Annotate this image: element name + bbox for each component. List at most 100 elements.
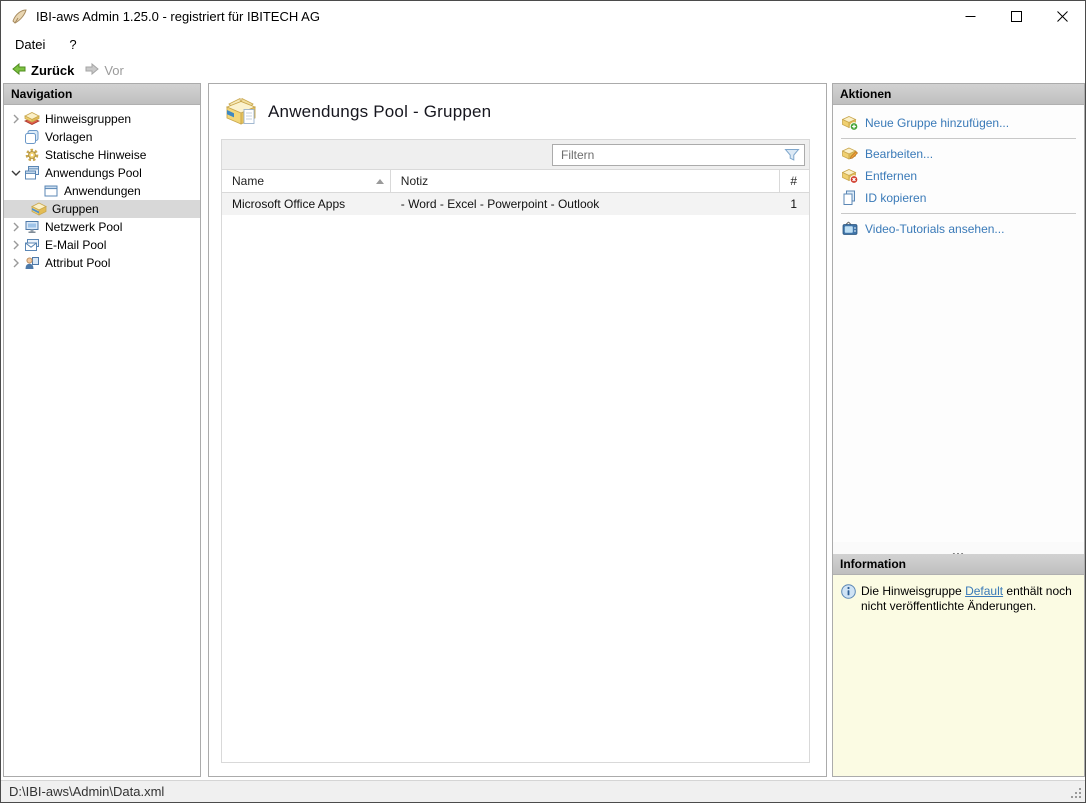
sidebar-item-label: Anwendungen: [64, 184, 141, 198]
column-header-notiz[interactable]: Notiz: [391, 170, 781, 192]
app-icon: [11, 8, 28, 25]
notice-groups-icon: [24, 111, 40, 127]
chevron-placeholder: [8, 147, 24, 163]
column-header-count[interactable]: #: [780, 170, 809, 192]
groups-icon: [31, 201, 47, 217]
action-video-tutorials[interactable]: Video-Tutorials ansehen...: [833, 218, 1084, 240]
cell-count: 1: [790, 197, 797, 211]
menu-bar: Datei ?: [1, 31, 1085, 57]
chevron-right-icon[interactable]: [8, 219, 24, 235]
open-box-document-icon: [224, 97, 258, 127]
attribute-pool-icon: [24, 255, 40, 271]
network-pool-icon: [24, 219, 40, 235]
copy-icon: [842, 190, 858, 206]
back-label: Zurück: [31, 62, 75, 78]
cell-notiz: - Word - Excel - Powerpoint - Outlook: [400, 197, 600, 211]
navigation-tree: Hinweisgruppen Vorlagen Statische Hinwei…: [4, 105, 200, 272]
resize-grip[interactable]: [1070, 787, 1083, 800]
application-pool-icon: [24, 165, 40, 181]
box-remove-icon: [842, 168, 858, 184]
navigation-header: Navigation: [4, 84, 200, 105]
actions-header: Aktionen: [833, 84, 1084, 105]
right-panel: Aktionen Neue Gruppe hinzufügen... Bearb…: [832, 83, 1085, 777]
main-title-row: Anwendungs Pool - Gruppen: [209, 84, 826, 126]
chevron-placeholder: [27, 183, 43, 199]
column-header-name[interactable]: Name: [222, 170, 391, 192]
action-add-group[interactable]: Neue Gruppe hinzufügen...: [833, 112, 1084, 134]
templates-icon: [24, 129, 40, 145]
email-pool-icon: [24, 237, 40, 253]
information-header: Information: [833, 554, 1084, 575]
sidebar-item-email-pool[interactable]: E-Mail Pool: [4, 236, 200, 254]
column-label: #: [790, 174, 797, 188]
sidebar-item-hinweisgruppen[interactable]: Hinweisgruppen: [4, 110, 200, 128]
main-panel: Anwendungs Pool - Gruppen Name Notiz: [208, 83, 827, 777]
window-title: IBI-aws Admin 1.25.0 - registriert für I…: [36, 8, 320, 24]
column-label: Notiz: [400, 174, 429, 188]
applications-icon: [43, 183, 59, 199]
filter-funnel-icon[interactable]: [783, 147, 801, 163]
sidebar-item-anwendungen[interactable]: Anwendungen: [4, 182, 200, 200]
action-edit[interactable]: Bearbeiten...: [833, 143, 1084, 165]
title-bar: IBI-aws Admin 1.25.0 - registriert für I…: [1, 1, 1085, 31]
chevron-down-icon[interactable]: [8, 165, 24, 181]
information-box: Die Hinweisgruppe Default enthält noch n…: [833, 575, 1084, 776]
action-label: Neue Gruppe hinzufügen...: [865, 116, 1010, 130]
filter-input[interactable]: [553, 145, 783, 165]
filter-box: [552, 144, 805, 166]
action-remove[interactable]: Entfernen: [833, 165, 1084, 187]
menu-help[interactable]: ?: [59, 33, 86, 56]
menu-datei[interactable]: Datei: [5, 33, 55, 56]
chevron-placeholder: [8, 201, 31, 217]
sidebar-item-label: E-Mail Pool: [45, 238, 107, 252]
table-row[interactable]: Microsoft Office Apps - Word - Excel - P…: [222, 193, 809, 215]
chevron-right-icon[interactable]: [8, 111, 24, 127]
page-title: Anwendungs Pool - Gruppen: [268, 101, 492, 121]
sidebar-item-netzwerk-pool[interactable]: Netzwerk Pool: [4, 218, 200, 236]
close-button[interactable]: [1039, 1, 1085, 31]
sidebar-item-attribut-pool[interactable]: Attribut Pool: [4, 254, 200, 272]
minimize-button[interactable]: [947, 1, 993, 31]
cell-name: Microsoft Office Apps: [232, 197, 346, 211]
chevron-right-icon[interactable]: [8, 237, 24, 253]
navigation-panel: Navigation Hinweisgruppen Vorlagen Stati…: [3, 83, 201, 777]
table-header-row: Name Notiz #: [222, 170, 809, 193]
sidebar-item-statische-hinweise[interactable]: Statische Hinweise: [4, 146, 200, 164]
back-arrow-icon: [11, 61, 27, 80]
actions-list: Neue Gruppe hinzufügen... Bearbeiten... …: [833, 105, 1084, 542]
forward-arrow-icon: [84, 61, 100, 80]
sidebar-item-label: Gruppen: [52, 202, 99, 216]
panel-splitter-handle[interactable]: …: [833, 542, 1084, 558]
info-text-before: Die Hinweisgruppe: [861, 584, 966, 598]
sidebar-item-label: Vorlagen: [45, 130, 93, 144]
action-label: Entfernen: [865, 169, 918, 183]
back-button[interactable]: Zurück: [6, 59, 79, 82]
sidebar-item-label: Statische Hinweise: [45, 148, 147, 162]
forward-label: Vor: [104, 62, 124, 78]
default-group-link[interactable]: Default: [965, 584, 1003, 598]
sidebar-item-label: Anwendungs Pool: [45, 166, 142, 180]
sidebar-item-gruppen[interactable]: Gruppen: [4, 200, 200, 218]
action-label: Video-Tutorials ansehen...: [865, 222, 1005, 236]
action-label: Bearbeiten...: [865, 147, 934, 161]
forward-button[interactable]: Vor: [79, 59, 129, 82]
sidebar-item-vorlagen[interactable]: Vorlagen: [4, 128, 200, 146]
separator: [841, 138, 1076, 139]
info-circle-icon: [841, 584, 856, 599]
filter-strip: [222, 140, 809, 170]
information-text: Die Hinweisgruppe Default enthält noch n…: [861, 584, 1076, 614]
sidebar-item-label: Netzwerk Pool: [45, 220, 123, 234]
splitter-dots-icon: …: [951, 543, 966, 558]
app-window: IBI-aws Admin 1.25.0 - registriert für I…: [0, 0, 1086, 803]
action-copy-id[interactable]: ID kopieren: [833, 187, 1084, 209]
chevron-right-icon[interactable]: [8, 255, 24, 271]
sidebar-item-anwendungs-pool[interactable]: Anwendungs Pool: [4, 164, 200, 182]
sort-ascending-icon: [375, 178, 384, 184]
action-label: ID kopieren: [865, 191, 927, 205]
chevron-placeholder: [8, 129, 24, 145]
video-tv-icon: [842, 221, 858, 237]
maximize-button[interactable]: [993, 1, 1039, 31]
sidebar-item-label: Attribut Pool: [45, 256, 111, 270]
sidebar-item-label: Hinweisgruppen: [45, 112, 132, 126]
box-edit-icon: [842, 146, 858, 162]
